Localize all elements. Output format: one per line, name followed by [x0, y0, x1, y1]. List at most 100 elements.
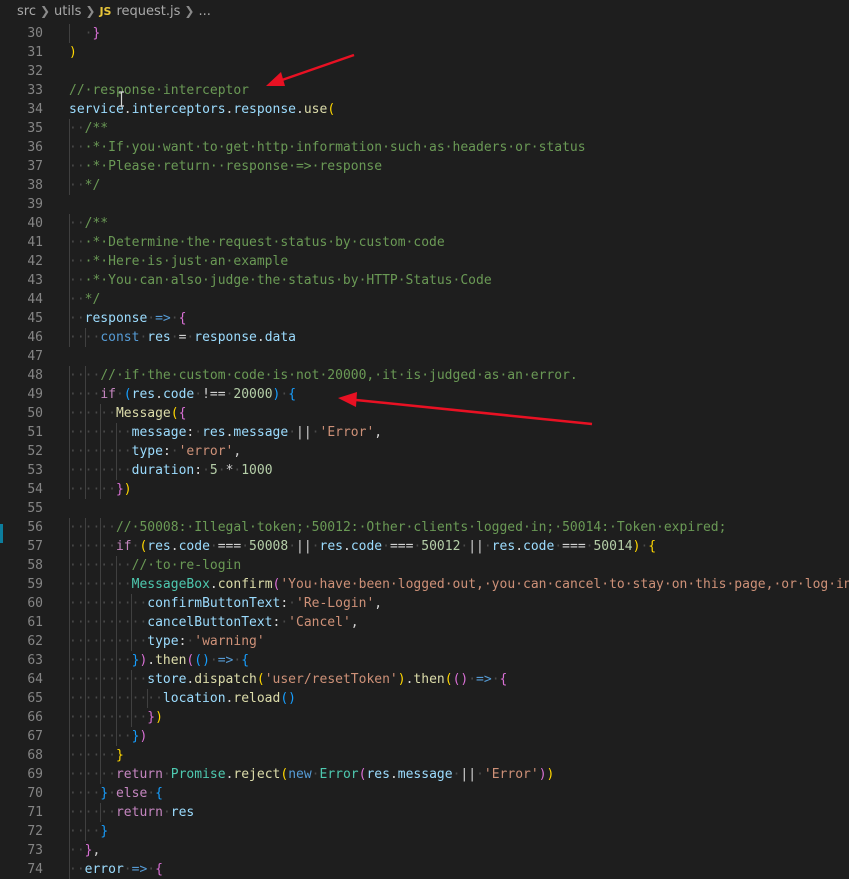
- code-token: {: [288, 387, 297, 402]
- line-number: 64: [27, 672, 43, 687]
- line-number: 45: [27, 311, 43, 326]
- code-line[interactable]: 54 ······}): [0, 480, 849, 499]
- code-line[interactable]: 33 //·response·interceptor: [0, 81, 849, 100]
- code-line[interactable]: 42 ···*·Here·is·just·an·example: [0, 252, 849, 271]
- line-number: 39: [27, 197, 43, 212]
- code-line[interactable]: 47: [0, 347, 849, 366]
- breadcrumb-item-utils[interactable]: utils: [54, 4, 81, 19]
- code-line[interactable]: 39: [0, 195, 849, 214]
- code-token: else: [115, 786, 148, 801]
- code-line[interactable]: 34 service.interceptors.response.use(: [0, 100, 849, 119]
- code-line[interactable]: 62 ··········type:·'warning': [0, 632, 849, 651]
- code-token: ·: [241, 539, 250, 554]
- breadcrumb-item-src[interactable]: src: [17, 4, 36, 19]
- code-token: ·*·If·you·want·to·get·http·information·s…: [84, 140, 586, 155]
- code-token: ··: [69, 254, 85, 269]
- code-line[interactable]: 43 ···*·You·can·also·judge·the·status·by·…: [0, 271, 849, 290]
- code-line[interactable]: 45 ··response·=>·{: [0, 309, 849, 328]
- code-token: 'Error': [319, 425, 375, 440]
- code-token: ········: [69, 577, 132, 592]
- code-token: ······: [69, 539, 116, 554]
- code-line[interactable]: 58 ········//·to·re-login: [0, 556, 849, 575]
- code-token: 50014: [593, 539, 633, 554]
- code-token: ··: [69, 121, 85, 136]
- code-token: ······: [69, 748, 116, 763]
- code-line[interactable]: 59 ········MessageBox.confirm('You·have·b…: [0, 575, 849, 594]
- code-line[interactable]: 65 ············location.reload(): [0, 689, 849, 708]
- code-line[interactable]: 70 ····}·else·{: [0, 784, 849, 803]
- code-token: {: [178, 406, 187, 421]
- code-line[interactable]: 48 ····//·if·the·custom·code·is·not·20000…: [0, 366, 849, 385]
- code-line[interactable]: 30 ·}: [0, 24, 849, 43]
- line-number: 33: [27, 83, 43, 98]
- code-line[interactable]: 41 ···*·Determine·the·request·status·by·c…: [0, 233, 849, 252]
- code-line[interactable]: 51 ········message:·res.message·||·'Error…: [0, 423, 849, 442]
- code-line[interactable]: 72 ····}: [0, 822, 849, 841]
- code-token: location: [162, 691, 226, 706]
- code-line[interactable]: 73 ··},: [0, 841, 849, 860]
- code-token: ,: [92, 843, 101, 858]
- code-token: ·: [280, 615, 289, 630]
- code-token: ||: [296, 425, 312, 440]
- code-line[interactable]: 56 ······//·50008:·Illegal·token;·50012:·…: [0, 518, 849, 537]
- line-number: 61: [27, 615, 43, 630]
- code-token: message: [233, 425, 289, 440]
- code-token: {: [648, 539, 657, 554]
- breadcrumb-item-file[interactable]: request.js: [116, 4, 180, 19]
- code-text: ··/**: [69, 214, 108, 233]
- code-token: reject: [233, 767, 281, 782]
- code-token: ··: [69, 159, 85, 174]
- code-line[interactable]: 60 ··········confirmButtonText:·'Re-Login…: [0, 594, 849, 613]
- code-line[interactable]: 35 ··/**: [0, 119, 849, 138]
- breadcrumb-item-symbols[interactable]: ...: [198, 4, 210, 19]
- code-line[interactable]: 69 ······return·Promise.reject(new·Error(…: [0, 765, 849, 784]
- code-text: ······return·Promise.reject(new·Error(re…: [69, 765, 554, 784]
- code-line[interactable]: 64 ··········store.dispatch('user/resetTo…: [0, 670, 849, 689]
- code-text: ····}: [69, 822, 108, 841]
- code-line[interactable]: 44 ··*/: [0, 290, 849, 309]
- code-token: ||: [296, 539, 312, 554]
- code-line[interactable]: 32: [0, 62, 849, 81]
- code-editor[interactable]: 30 ·} 31) 32 33 //·response·interceptor 34 ser…: [0, 22, 849, 879]
- code-line[interactable]: 53 ········duration:·5·*·1000: [0, 461, 849, 480]
- code-line[interactable]: 31): [0, 43, 849, 62]
- code-token: ·: [209, 539, 218, 554]
- code-token: 50012: [421, 539, 461, 554]
- code-token: (: [444, 672, 453, 687]
- code-line[interactable]: 68 ······}: [0, 746, 849, 765]
- code-line[interactable]: 52 ········type:·'error',: [0, 442, 849, 461]
- code-text: //·response·interceptor: [69, 81, 249, 100]
- code-token: ····: [69, 330, 101, 345]
- code-line[interactable]: 38 ··*/: [0, 176, 849, 195]
- code-line[interactable]: 46 ····const·res·=·response.data: [0, 328, 849, 347]
- code-token: ··: [69, 216, 85, 231]
- code-token: res: [170, 805, 195, 820]
- code-token: ·: [468, 672, 477, 687]
- code-token: data: [264, 330, 297, 345]
- code-line[interactable]: 50 ······Message({: [0, 404, 849, 423]
- code-line[interactable]: 40 ··/**: [0, 214, 849, 233]
- code-token: ·: [311, 425, 320, 440]
- code-line[interactable]: 67 ········}): [0, 727, 849, 746]
- code-line[interactable]: 63 ········}).then(()·=>·{: [0, 651, 849, 670]
- code-token: ··: [69, 843, 85, 858]
- code-line[interactable]: 49 ····if·(res.code·!==·20000)·{: [0, 385, 849, 404]
- code-line[interactable]: 55: [0, 499, 849, 518]
- code-line[interactable]: 37 ···*·Please·return··response·=>·respon…: [0, 157, 849, 176]
- line-number: 60: [27, 596, 43, 611]
- code-line[interactable]: 61 ··········cancelButtonText:·'Cancel',: [0, 613, 849, 632]
- code-token: (): [194, 653, 210, 668]
- chevron-right-icon: ❯: [39, 4, 51, 18]
- code-token: .: [515, 539, 524, 554]
- code-line[interactable]: 36 ···*·If·you·want·to·get·http·informati…: [0, 138, 849, 157]
- line-number: 51: [27, 425, 43, 440]
- code-token: .: [389, 767, 398, 782]
- code-token: cancelButtonText: [147, 615, 273, 630]
- code-token: 5: [209, 463, 218, 478]
- code-line[interactable]: 57 ······if·(res.code·===·50008·||·res.co…: [0, 537, 849, 556]
- code-token: code: [162, 387, 195, 402]
- code-token: }: [115, 748, 124, 763]
- code-line[interactable]: 71 ······return·res: [0, 803, 849, 822]
- code-line[interactable]: 66 ··········}): [0, 708, 849, 727]
- code-token: */: [84, 178, 101, 193]
